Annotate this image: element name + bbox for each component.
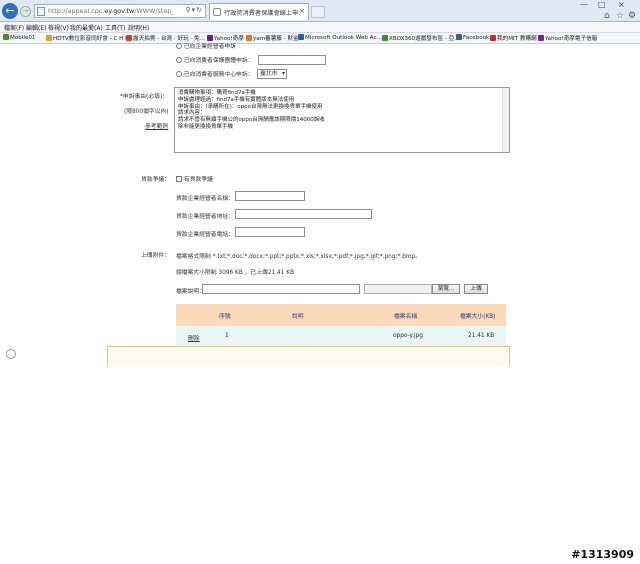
file-table-header: 序號 說明 檔案名稱 檔案大小(KB) bbox=[176, 304, 506, 326]
reason-line: 申訴處理經過：find7a手機有實體版本無法使用 bbox=[178, 96, 295, 103]
menu-favorites[interactable]: 我的最愛(A) bbox=[70, 23, 103, 32]
col-desc: 說明 bbox=[292, 314, 304, 320]
page-icon bbox=[37, 7, 45, 16]
back-button[interactable]: ← bbox=[2, 3, 18, 19]
minimize-icon[interactable]: — bbox=[580, 0, 588, 9]
url-text: http://appeal.cpc.ey.gov.tw/WWW/step_thr… bbox=[48, 7, 173, 15]
favorites-bar: Mobile01 HDTV數位影音同好會 - C H D... 露天拍賣 - 台… bbox=[0, 33, 640, 44]
biz-name-input[interactable] bbox=[235, 191, 305, 201]
reason-line: 請求不管有無續手機公的oppo台灣酬應該期限價14000訴收 bbox=[178, 117, 325, 124]
menu-bar: 檔案(F) 編輯(E) 檢視(V) 我的最愛(A) 工具(T) 說明(H) bbox=[0, 22, 640, 33]
biz-phone-input[interactable] bbox=[235, 227, 305, 237]
fav-item[interactable]: Yahoo!奇摩電子信箱 bbox=[538, 34, 597, 42]
reference-example-link[interactable]: 參考範例 bbox=[145, 121, 168, 130]
consumer-group-input[interactable] bbox=[258, 55, 326, 65]
gear-icon[interactable]: ⚙ bbox=[628, 11, 636, 21]
chevron-down-icon: ▾ bbox=[281, 70, 285, 77]
biz-address-label: 貨款企業經營者地址： bbox=[176, 214, 234, 220]
fav-icon bbox=[46, 35, 52, 41]
fav-icon bbox=[382, 35, 388, 41]
fav-item[interactable]: yam蕃薯藤 - 財金 bbox=[246, 34, 299, 42]
fav-icon bbox=[298, 34, 304, 40]
fav-item[interactable]: Facebook bbox=[456, 34, 489, 41]
fav-item[interactable]: HDTV數位影音同好會 - C H D... bbox=[46, 34, 135, 42]
col-filesize: 檔案大小(KB) bbox=[460, 314, 496, 320]
radio-button[interactable] bbox=[176, 57, 182, 63]
close-tab-icon[interactable]: × bbox=[299, 7, 305, 15]
radio-business[interactable]: 已向企業經營者申訴 bbox=[176, 41, 236, 50]
fav-item[interactable]: Microsoft Outlook Web Ac... bbox=[298, 34, 382, 41]
tab-page-icon bbox=[213, 8, 221, 16]
file-type-limit: 檔案格式限制 *.txt;*.doc;*.docx;*.ppt;*.pptx;*… bbox=[176, 254, 422, 260]
address-bar: ← → http://appeal.cpc.ey.gov.tw/WWW/step… bbox=[0, 0, 640, 22]
window-close-icon[interactable]: × bbox=[618, 0, 625, 9]
file-desc-input[interactable] bbox=[202, 284, 360, 294]
tab-active[interactable]: 行政院消費者保護會線上申... × bbox=[209, 3, 309, 20]
fav-icon bbox=[456, 34, 462, 40]
menu-file[interactable]: 檔案(F) bbox=[4, 23, 24, 32]
service-center-select[interactable]: 臺北市 ▾ bbox=[257, 69, 287, 79]
fav-icon bbox=[126, 35, 132, 41]
side-scroll-circle[interactable] bbox=[6, 349, 16, 359]
maximize-icon[interactable]: □ bbox=[598, 0, 606, 9]
file-path-field[interactable] bbox=[364, 284, 432, 294]
size-limit-text: 總檔案大小限制 3096 KB ，已上傳21.41 KB bbox=[176, 270, 295, 276]
fav-item[interactable]: XBOX360遊戲發布區 - 亞... bbox=[382, 34, 460, 42]
biz-address-input[interactable] bbox=[235, 209, 372, 219]
page-content: 已向企業經營者申訴 已向消費者保護團體申訴： 已向消費者服務中心申訴： 臺北市 … bbox=[0, 41, 640, 564]
watermark-text: #1313909 bbox=[571, 548, 634, 561]
biz-phone-label: 貨款企業經營者電話： bbox=[176, 232, 234, 238]
reason-limit-text: (限800個字以內) bbox=[124, 109, 169, 115]
file-desc-label: 檔案說明： bbox=[176, 289, 205, 295]
textarea-scrollbar[interactable] bbox=[502, 88, 509, 152]
menu-view[interactable]: 檢視(V) bbox=[48, 23, 69, 32]
browse-button[interactable]: 瀏覽... bbox=[432, 284, 460, 294]
menu-edit[interactable]: 編輯(E) bbox=[26, 23, 46, 32]
home-icon[interactable]: ⌂ bbox=[604, 11, 610, 21]
fav-icon bbox=[538, 35, 544, 41]
col-index: 序號 bbox=[219, 314, 231, 320]
radio-button[interactable] bbox=[176, 71, 182, 77]
row-index: 1 bbox=[225, 333, 229, 339]
fav-item[interactable]: Mobile01 bbox=[3, 34, 35, 41]
menu-tools[interactable]: 工具(T) bbox=[105, 23, 125, 32]
dispute-label: 貨款爭議： bbox=[141, 177, 170, 183]
search-refresh-icons[interactable]: ⚲▾↻ bbox=[185, 6, 203, 14]
row-filename: oppo-y.jpg bbox=[393, 333, 423, 339]
new-tab-button[interactable] bbox=[311, 6, 325, 18]
delete-link[interactable]: 刪除 bbox=[188, 333, 200, 342]
favorites-star-icon[interactable]: ☆ bbox=[616, 11, 624, 21]
radio-consumer-group[interactable]: 已向消費者保護團體申訴： bbox=[176, 55, 253, 64]
dispute-checkbox[interactable]: 有貨款爭議 bbox=[176, 174, 213, 183]
reason-line: 申訴事由：(承購所在)：oppo台灣無法更換換貨單手機使用 bbox=[178, 103, 323, 110]
reason-textarea[interactable]: 消費購物事項：購買find7a手機 申訴處理經過：find7a手機有實體版本無法… bbox=[174, 87, 510, 153]
fav-icon bbox=[490, 35, 496, 41]
row-filesize: 21.41 KB bbox=[468, 333, 495, 339]
reason-label: *申訴事由(必填)： bbox=[120, 94, 168, 100]
radio-service-center[interactable]: 已向消費者服務中心申訴： bbox=[176, 69, 253, 78]
reason-line: 消費購物事項：購買find7a手機 bbox=[178, 90, 256, 96]
biz-name-label: 貨款企業經營者名稱： bbox=[176, 196, 234, 202]
checkbox[interactable] bbox=[176, 176, 182, 182]
upload-button[interactable]: 上傳 bbox=[464, 284, 488, 294]
menu-help[interactable]: 說明(H) bbox=[128, 23, 149, 32]
radio-button[interactable] bbox=[176, 43, 182, 49]
forward-button[interactable]: → bbox=[20, 6, 31, 17]
fav-item[interactable]: 我的MIT 教購網 bbox=[490, 34, 537, 42]
url-field[interactable]: http://appeal.cpc.ey.gov.tw/WWW/step_thr… bbox=[34, 4, 206, 18]
reason-line: 除非能更換換貨單手機 bbox=[178, 123, 234, 130]
fav-icon bbox=[3, 34, 9, 40]
fav-icon bbox=[246, 35, 252, 41]
col-filename: 檔案名稱 bbox=[394, 314, 418, 320]
table-row: 刪除 1 oppo-y.jpg 21.41 KB bbox=[176, 326, 506, 348]
notice-box bbox=[107, 346, 510, 366]
upload-label: 上傳附件： bbox=[141, 253, 170, 259]
tab-title: 行政院消費者保護會線上申... bbox=[224, 10, 300, 17]
